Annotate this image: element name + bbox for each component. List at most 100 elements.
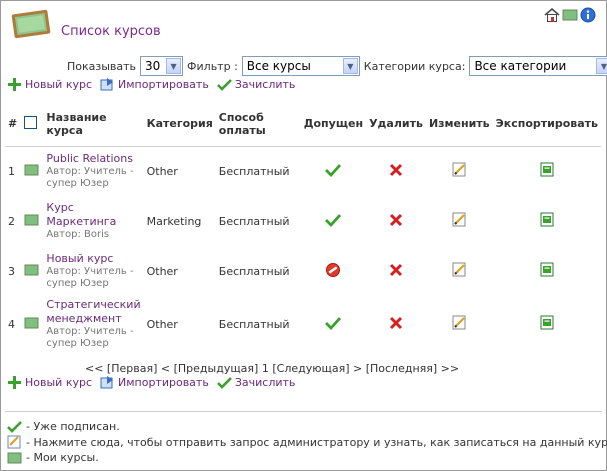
page-size-value: 30 xyxy=(145,59,161,73)
row-export-cell xyxy=(493,246,601,296)
legend-request-text: - Нажмите сюда, чтобы отправить запрос а… xyxy=(26,435,607,449)
enroll-label: Зачислить xyxy=(234,376,296,389)
col-select-all xyxy=(20,102,44,147)
pager-last[interactable]: [Последняя] >> xyxy=(366,362,459,375)
row-payment: Бесплатный xyxy=(218,317,290,331)
course-name-line1: Стратегический xyxy=(46,298,141,311)
legend-request: - Нажмите сюда, чтобы отправить запрос а… xyxy=(7,435,607,451)
filter-select[interactable]: Все курсы ▼ xyxy=(241,56,360,76)
course-board-icon[interactable] xyxy=(562,7,578,23)
enroll-label: Зачислить xyxy=(234,78,296,91)
row-admitted-cell xyxy=(301,196,366,246)
plus-icon xyxy=(7,77,22,92)
edit-icon[interactable] xyxy=(452,262,467,280)
filter-value: Все курсы xyxy=(246,59,311,73)
import-button[interactable]: Импортировать xyxy=(100,375,209,390)
category-select[interactable]: Все категории ▼ xyxy=(469,56,607,76)
export-icon[interactable] xyxy=(540,212,554,230)
table-row: 3 Новый курс Автор: Учитель - супер Юзер … xyxy=(5,246,601,296)
course-name-link[interactable]: Курс Маркетинга xyxy=(46,201,116,228)
col-delete: Удалить xyxy=(366,102,426,147)
col-category[interactable]: Категория xyxy=(143,102,216,147)
course-board-icon xyxy=(7,451,22,465)
row-admitted-cell xyxy=(301,296,366,352)
row-category: Other xyxy=(146,164,178,178)
export-icon[interactable] xyxy=(540,315,554,333)
row-course-icon-cell xyxy=(21,146,44,196)
course-name-link[interactable]: Public Relations xyxy=(46,152,133,165)
delete-icon[interactable] xyxy=(389,263,403,280)
delete-icon[interactable] xyxy=(389,213,403,230)
top-icons xyxy=(544,7,596,23)
col-num: # xyxy=(5,102,21,147)
course-author-line1: Автор: Учитель - xyxy=(46,326,134,337)
page-title: Список курсов xyxy=(61,24,161,39)
actions-top: Новый курс Импортировать Зачислить xyxy=(7,77,299,92)
row-edit-cell xyxy=(426,246,493,296)
row-num: 2 xyxy=(8,214,15,228)
import-button[interactable]: Импортировать xyxy=(100,77,209,92)
row-num: 1 xyxy=(8,164,15,178)
delete-icon[interactable] xyxy=(389,316,403,333)
legend-enrolled-text: - Уже подписан. xyxy=(26,420,120,433)
course-board-icon xyxy=(24,264,39,279)
row-num: 3 xyxy=(8,264,15,278)
page-size-select[interactable]: 30 ▼ xyxy=(140,56,184,76)
row-category: Marketing xyxy=(146,214,202,228)
pagination: << [Первая] < [Предыдущая] 1 [Следующая]… xyxy=(85,362,459,375)
export-icon[interactable] xyxy=(540,162,554,180)
check-icon xyxy=(216,375,232,390)
pager-next[interactable]: [Следующая] > xyxy=(272,362,362,375)
course-author-line1: Автор: Учитель - xyxy=(46,266,134,277)
show-label: Показывать xyxy=(67,59,137,73)
category-value: Все категории xyxy=(474,59,567,73)
col-name-line1: Название xyxy=(46,110,107,124)
enroll-button[interactable]: Зачислить xyxy=(216,375,296,390)
course-name-link[interactable]: Стратегический менеджмент xyxy=(46,298,140,325)
course-board-icon xyxy=(9,7,53,43)
pager-prev[interactable]: < [Предыдущая] xyxy=(161,362,258,375)
request-note-icon xyxy=(7,435,22,449)
check-icon xyxy=(7,420,22,434)
row-delete-cell xyxy=(366,196,426,246)
course-author-line2: супер Юзер xyxy=(46,338,109,349)
row-payment: Бесплатный xyxy=(218,214,290,228)
new-course-button[interactable]: Новый курс xyxy=(7,77,92,92)
select-all-checkbox[interactable] xyxy=(23,115,37,129)
course-board-icon xyxy=(24,317,39,332)
delete-icon[interactable] xyxy=(389,163,403,180)
new-course-label: Новый курс xyxy=(25,78,92,91)
import-label: Импортировать xyxy=(118,78,209,91)
legend: - Уже подписан. - Нажмите сюда, чтобы от… xyxy=(7,419,607,466)
row-name-cell: Стратегический менеджмент Автор: Учитель … xyxy=(43,296,143,352)
row-course-icon-cell xyxy=(21,296,44,352)
new-course-button[interactable]: Новый курс xyxy=(7,375,92,390)
row-category: Other xyxy=(146,317,178,331)
row-payment: Бесплатный xyxy=(218,164,290,178)
pager-first[interactable]: << [Первая] xyxy=(85,362,157,375)
row-name-cell: Public Relations Автор: Учитель - супер Ю… xyxy=(43,146,143,196)
course-author-line2: супер Юзер xyxy=(46,178,109,190)
not-admitted-icon xyxy=(325,262,341,281)
course-board-icon xyxy=(24,214,39,229)
col-payment[interactable]: Способ оплаты xyxy=(215,102,301,147)
export-icon[interactable] xyxy=(540,262,554,280)
edit-icon[interactable] xyxy=(452,162,467,180)
enroll-button[interactable]: Зачислить xyxy=(216,77,296,92)
course-name-link[interactable]: Новый курс xyxy=(46,252,113,265)
edit-icon[interactable] xyxy=(452,212,467,230)
filter-label: Фильтр : xyxy=(187,59,238,73)
import-label: Импортировать xyxy=(118,376,209,389)
check-icon xyxy=(216,77,232,92)
legend-my-courses-text: - Мои курсы. xyxy=(26,451,99,464)
chevron-down-icon: ▼ xyxy=(596,58,607,74)
table-row: 1 Public Relations Автор: Учитель - супер… xyxy=(5,146,601,196)
home-icon[interactable] xyxy=(544,7,560,23)
row-category: Other xyxy=(146,264,178,278)
row-num: 4 xyxy=(8,317,15,331)
help-icon[interactable] xyxy=(580,7,596,23)
course-name-line1: Public Relations xyxy=(46,152,133,166)
plus-icon xyxy=(7,375,22,390)
edit-icon[interactable] xyxy=(452,315,467,333)
col-name[interactable]: Название курса xyxy=(43,102,144,147)
